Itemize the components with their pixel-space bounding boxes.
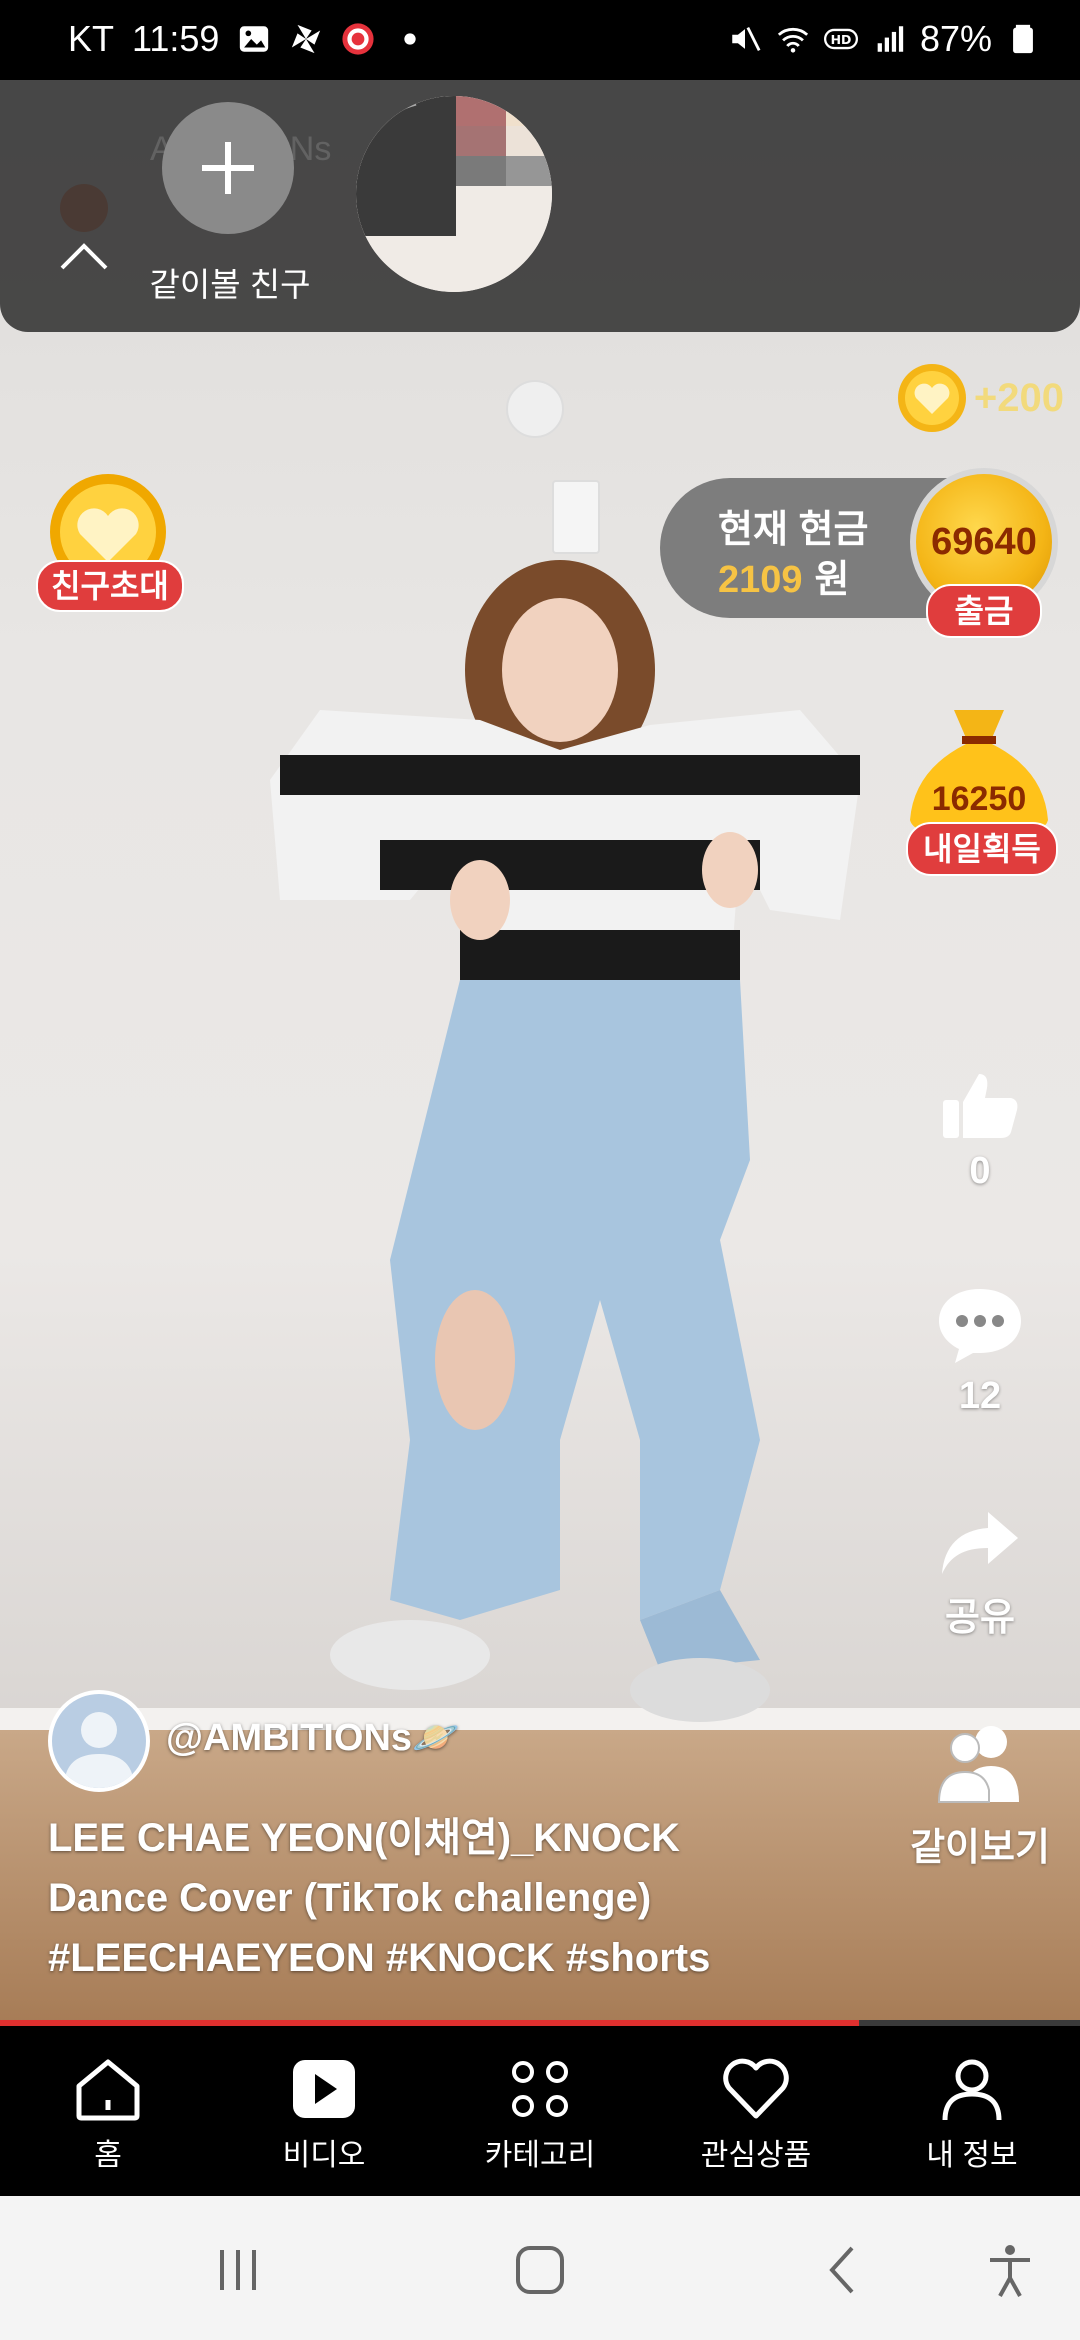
system-navigation-bar xyxy=(0,2196,1080,2340)
nav-video[interactable]: 비디오 xyxy=(216,2026,432,2196)
nav-label: 내 정보 xyxy=(926,2139,1018,2172)
nav-wishlist[interactable]: 관심상품 xyxy=(648,2026,864,2196)
nav-my-info[interactable]: 내 정보 xyxy=(864,2026,1080,2196)
accessibility-icon[interactable] xyxy=(980,2240,1040,2300)
watch-together-button[interactable]: 같이보기 xyxy=(900,1722,1060,1871)
cash-amount-row: 2109 원 xyxy=(718,548,850,603)
add-friend-button[interactable] xyxy=(162,102,294,234)
bottom-navigation: 홈 비디오 카테고리 관심상품 내 정보 xyxy=(0,2026,1080,2196)
app-record-icon xyxy=(342,23,375,55)
cash-unit: 원 xyxy=(814,559,850,601)
caption-hashtags[interactable]: #LEECHAEYEON #KNOCK #shorts xyxy=(48,1928,808,1988)
signal-icon xyxy=(877,26,904,52)
pinwheel-icon xyxy=(292,24,321,54)
nav-label: 관심상품 xyxy=(700,2139,812,2172)
friend-avatar[interactable] xyxy=(356,96,552,292)
share-button[interactable]: 공유 xyxy=(920,1510,1040,1641)
comment-count: 12 xyxy=(958,1375,1002,1417)
wall-light-fixture xyxy=(506,380,564,438)
tomorrow-amount: 16250 xyxy=(931,780,1027,818)
watch-together-label: 같이보기 xyxy=(910,1827,1050,1869)
mute-icon xyxy=(732,27,761,51)
nav-label: 카테고리 xyxy=(484,2139,596,2172)
like-count: 0 xyxy=(969,1150,991,1192)
money-bag-icon[interactable] xyxy=(904,700,1054,840)
nav-label: 비디오 xyxy=(282,2139,366,2172)
coin-balance: 69640 xyxy=(931,520,1037,563)
battery-icon xyxy=(1013,24,1033,54)
like-button[interactable]: 0 xyxy=(920,1070,1040,1193)
tomorrow-earn-button[interactable]: 내일획득 xyxy=(906,822,1058,876)
nav-home[interactable]: 홈 xyxy=(0,2026,216,2196)
default-user-icon xyxy=(64,1712,134,1788)
invite-friend-button[interactable]: 친구초대 xyxy=(36,560,184,612)
nav-category[interactable]: 카테고리 xyxy=(432,2026,648,2196)
coin-bonus-text: +200 xyxy=(973,375,1064,420)
withdraw-button[interactable]: 출금 xyxy=(926,584,1042,638)
heart-coin-icon xyxy=(897,364,966,432)
heart-icon xyxy=(723,2058,789,2119)
comment-button[interactable]: 12 xyxy=(920,1285,1040,1418)
coin-bonus[interactable]: +200 xyxy=(896,362,1064,434)
share-arrow-icon xyxy=(942,1512,1018,1574)
status-bar: KT 11:59 HD 87% xyxy=(0,0,1080,80)
home-button-icon[interactable] xyxy=(510,2240,570,2300)
share-label: 공유 xyxy=(945,1597,1015,1639)
video-caption: LEE CHAE YEON(이채연)_KNOCK Dance Cover (Ti… xyxy=(48,1808,808,1988)
thumbs-up-icon xyxy=(943,1074,1018,1138)
author-avatar[interactable] xyxy=(48,1690,150,1792)
home-icon xyxy=(76,2059,140,2121)
cash-title: 현재 현금 xyxy=(718,509,869,551)
person-icon xyxy=(942,2059,1002,2121)
wifi-icon xyxy=(777,27,809,53)
pixelated-avatar-image xyxy=(356,96,552,292)
cash-amount: 2109 xyxy=(718,559,803,601)
plus-icon xyxy=(202,142,254,194)
recent-apps-icon[interactable] xyxy=(208,2240,268,2300)
watch-together-panel: AMBITIONs 같이볼 친구 xyxy=(0,80,1080,332)
hd-icon: HD xyxy=(823,28,858,50)
svg-text:HD: HD xyxy=(831,32,852,47)
caption-line: Dance Cover (TikTok challenge) xyxy=(48,1876,652,1920)
nav-label: 홈 xyxy=(94,2139,122,2172)
carrier-text: KT xyxy=(68,18,115,59)
dot-icon xyxy=(404,33,417,45)
author-handle[interactable]: @AMBITIONs🪐 xyxy=(166,1716,459,1760)
video-play-icon xyxy=(293,2060,355,2118)
time-text: 11:59 xyxy=(132,18,220,59)
gallery-icon xyxy=(240,26,269,52)
collapse-chevron-icon[interactable] xyxy=(56,180,112,280)
comment-bubble-icon xyxy=(939,1289,1021,1363)
add-friend-label: 같이볼 친구 xyxy=(149,266,311,303)
battery-percent: 87% xyxy=(919,18,992,59)
caption-line: LEE CHAE YEON(이채연)_KNOCK xyxy=(48,1816,680,1860)
category-dots-icon xyxy=(512,2061,568,2117)
people-group-icon xyxy=(937,1726,1019,1803)
back-icon[interactable] xyxy=(814,2240,874,2300)
